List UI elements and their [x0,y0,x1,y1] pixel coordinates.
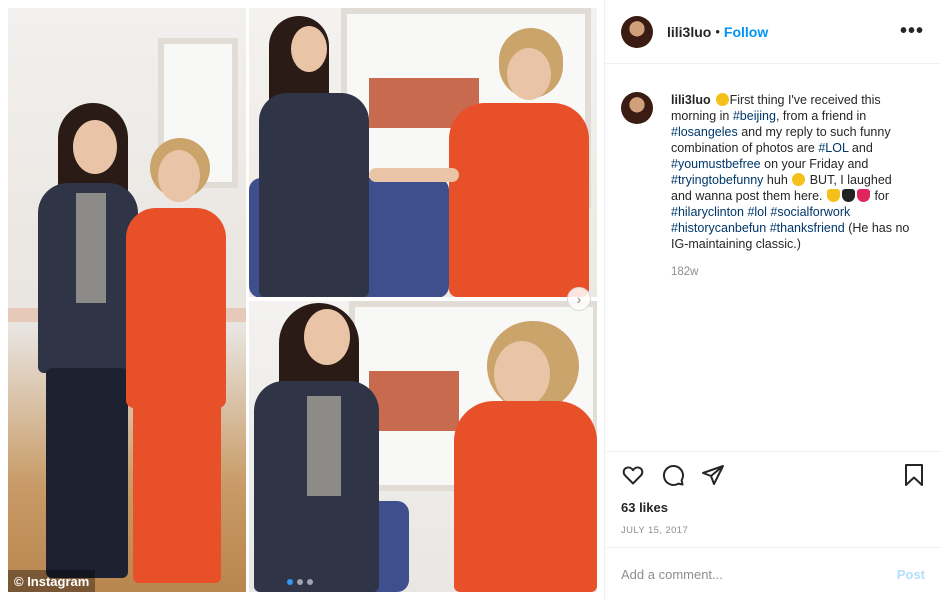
collage-photo-1 [8,8,246,592]
carousel-next-button[interactable]: › [567,287,591,311]
red-heart-emoji-icon [856,189,870,202]
comment-icon[interactable] [661,463,685,492]
more-horizontal-icon[interactable]: ••• [900,20,924,43]
comment-area: Post [605,547,940,600]
hashtag-link[interactable]: #losangeles [671,125,738,139]
bookmark-icon[interactable] [903,463,925,492]
carousel-dot[interactable] [297,579,303,585]
post-media[interactable]: © Instagram › [0,0,604,600]
black-heart-emoji-icon [841,189,855,202]
share-icon[interactable] [701,463,725,492]
caption-text-segment: huh [763,173,792,187]
person-face [73,120,117,174]
hashtag-link[interactable]: #tryingtobefunny [671,173,763,187]
person-shirt [307,396,341,496]
separator-dot: • [715,24,720,39]
post-button[interactable]: Post [897,567,925,582]
smile-emoji-icon [715,93,729,106]
follow-button[interactable]: Follow [724,24,768,40]
collage-photo-2 [249,8,597,297]
hashtag-link[interactable]: #beijing [733,109,776,123]
person-face [507,48,551,100]
collage-photo-3 [249,301,597,592]
avatar[interactable] [621,15,653,48]
caption-body: First thing I've received this morning i… [671,93,909,251]
person-jacket [454,401,597,592]
person-face [291,26,327,72]
comment-input[interactable] [621,566,897,582]
handshake [369,168,459,182]
post-panel: lili3luo • Follow ••• lili3luo First thin… [604,0,940,600]
hashtag-link[interactable]: #LOL [818,141,848,155]
username-link[interactable]: lili3luo [667,24,711,40]
person-trousers [46,368,128,578]
heart-icon[interactable] [621,463,645,492]
time-ago[interactable]: 182w [671,266,925,278]
hashtag-link[interactable]: #socialforwork [770,205,850,219]
post-date: JULY 15, 2017 [621,525,689,536]
caption-row: lili3luo First thing I've received this m… [621,92,925,252]
caption-text-segment: and [848,141,873,155]
carousel-dot[interactable] [307,579,313,585]
caption-username[interactable]: lili3luo [671,93,711,107]
caption-area: lili3luo First thing I've received this m… [605,64,940,451]
caption-text-segment: for [870,189,890,203]
person-jacket [259,93,369,297]
hashtag-link[interactable]: #youmustbefree [671,157,761,171]
post-header: lili3luo • Follow ••• [605,0,940,64]
credit-label: © Instagram [14,573,90,589]
avatar[interactable] [621,92,653,124]
chevron-right-icon: › [576,291,582,307]
carousel-dots [287,579,313,585]
hashtag-link[interactable]: #lol [747,205,766,219]
person-shirt [76,193,106,303]
grin-emoji-icon [792,173,806,186]
hashtag-link[interactable]: #historycanbefun [671,221,766,235]
actions-area: 63 likes JULY 15, 2017 [605,451,940,547]
person-jacket [126,208,226,408]
hashtag-link[interactable]: #thanksfriend [770,221,845,235]
building-roof [369,371,459,431]
instagram-credit: © Instagram [8,570,96,592]
caption-text-segment: , from a friend in [775,109,867,123]
action-icons [621,463,925,492]
hashtag-link[interactable]: #hilaryclinton [671,205,744,219]
person-face [304,309,350,365]
person-jacket [449,103,589,297]
person-face [158,150,200,202]
carousel-dot[interactable] [287,579,293,585]
caption-text: lili3luo First thing I've received this m… [671,92,916,252]
likes-count[interactable]: 63 likes [621,500,925,515]
person-trousers [133,398,221,583]
caption-text-segment: on your Friday and [760,157,869,171]
yellow-heart-emoji-icon [826,189,840,202]
person-face [494,341,550,407]
